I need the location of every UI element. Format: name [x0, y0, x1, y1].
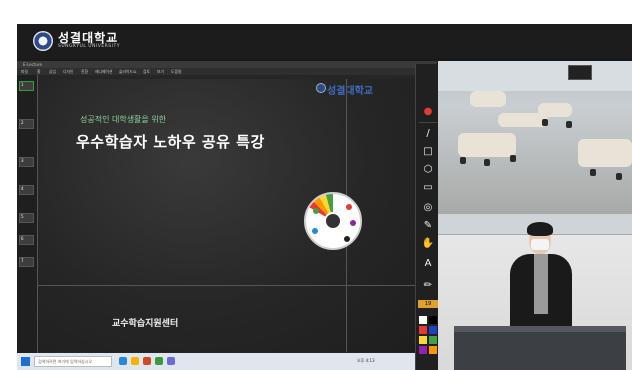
color-swatch[interactable] [419, 326, 427, 334]
university-seal-icon [33, 31, 53, 51]
thickness-select[interactable]: 19 [418, 300, 438, 308]
slide-canvas[interactable]: 성결대학교 성공적인 대학생활을 위한 우수학습자 노하우 공유 특강 교수학습… [38, 79, 421, 352]
color-swatch[interactable] [350, 220, 356, 226]
hexagon-icon[interactable]: ⬡ [416, 164, 440, 176]
university-subtitle: SUNGKYUL UNIVERSITY [58, 44, 120, 49]
color-swatch[interactable] [312, 228, 318, 234]
color-swatch[interactable] [419, 316, 427, 324]
slide-thumbnail[interactable]: 1 [19, 81, 34, 91]
color-swatch[interactable] [419, 346, 427, 354]
podium [454, 332, 626, 370]
eraser-icon[interactable]: ✎ [416, 220, 440, 232]
pen-icon[interactable]: / [416, 128, 440, 140]
app-icon[interactable] [167, 357, 175, 365]
broadcast-frame: 성결대학교 SUNGKYUL UNIVERSITY E-Lecture 파일 홈… [17, 24, 632, 370]
color-swatch[interactable] [429, 316, 437, 324]
slide-thumbnail[interactable]: 2 [19, 119, 34, 129]
classroom-chair [566, 121, 572, 128]
pen-color-wheel[interactable] [304, 192, 362, 250]
slide-divider [38, 285, 421, 286]
edge-icon[interactable] [119, 357, 127, 365]
slide-title: 우수학습자 노하우 공유 특강 [76, 133, 265, 151]
slide-department: 교수학습지원센터 [112, 319, 179, 329]
slide-thumbnail[interactable]: 5 [19, 213, 34, 223]
slide-thumbnail[interactable]: 4 [19, 185, 34, 195]
slide-thumbnail[interactable]: 7 [19, 257, 34, 267]
hand-icon[interactable]: ✋ [416, 238, 440, 250]
classroom-table [470, 91, 506, 107]
lasso-icon[interactable]: ◎ [416, 202, 440, 214]
classroom-camera-feed [438, 61, 632, 214]
app-icon[interactable] [155, 357, 163, 365]
folder-icon[interactable] [131, 357, 139, 365]
pencil-icon[interactable]: ✏ [416, 280, 440, 292]
classroom-chair [510, 155, 516, 162]
slide-logo: 성결대학교 [327, 86, 373, 97]
classroom-chair [542, 119, 548, 126]
classroom-chair [484, 159, 490, 166]
classroom-chair [616, 173, 622, 180]
presenter-shirt [534, 254, 548, 314]
annotation-toolbar: ● / □ ⬡ ▭ ◎ ✎ ✋ A ✏ 19 [415, 64, 439, 370]
app-titlebar: E-Lecture [17, 61, 437, 68]
toolbar-divider [419, 122, 437, 123]
taskbar-search-input[interactable]: 검색하려면 여기에 입력하십시오 [34, 356, 112, 367]
menu-item[interactable]: 보기 [157, 69, 164, 75]
record-icon[interactable]: ● [416, 106, 440, 118]
rectangle-icon[interactable]: □ [416, 146, 440, 158]
color-swatch[interactable] [346, 204, 352, 210]
slide-thumbnail[interactable]: 6 [19, 235, 34, 245]
color-swatch[interactable] [429, 336, 437, 344]
windows-start-icon[interactable] [21, 357, 30, 366]
powerpoint-icon[interactable] [143, 357, 151, 365]
presentation-app: E-Lecture 파일 홈 삽입 디자인 전환 애니메이션 슬라이드쇼 검토 … [17, 61, 437, 370]
classroom-table [458, 133, 516, 157]
menu-item[interactable]: 전환 [81, 69, 88, 75]
wheel-center-button[interactable] [324, 212, 342, 230]
classroom-ceiling [438, 61, 632, 91]
system-tray-clock[interactable]: 오후 4:13 [357, 358, 375, 364]
classroom-table [498, 113, 548, 127]
color-swatch[interactable] [344, 236, 350, 242]
slide-subtitle: 성공적인 대학생활을 위한 [80, 115, 167, 124]
presenter-hair [527, 222, 553, 236]
header-bar: 성결대학교 SUNGKYUL UNIVERSITY [17, 24, 632, 58]
color-swatch[interactable] [429, 346, 437, 354]
classroom-table [578, 139, 632, 167]
text-tool-icon[interactable]: A [416, 258, 440, 270]
wall-monitor [568, 65, 592, 80]
menu-bar: 파일 홈 삽입 디자인 전환 애니메이션 슬라이드쇼 검토 보기 도움말 [17, 68, 437, 75]
menu-item[interactable]: 도움말 [171, 69, 181, 75]
color-swatch[interactable] [429, 326, 437, 334]
menu-item[interactable]: 삽입 [49, 69, 56, 75]
note-icon[interactable]: ▭ [416, 182, 440, 194]
menu-item[interactable]: 디자인 [63, 69, 73, 75]
classroom-chair [590, 169, 596, 176]
slide-thumbnail-panel[interactable]: 1 2 3 4 5 6 7 [17, 75, 37, 353]
slide-logo-seal-icon [316, 83, 326, 93]
menu-item[interactable]: 검토 [143, 69, 150, 75]
menu-item[interactable]: 슬라이드쇼 [119, 69, 136, 75]
menu-item[interactable]: 애니메이션 [95, 69, 112, 75]
presenter-mask [531, 239, 549, 250]
slide-thumbnail[interactable]: 3 [19, 157, 34, 167]
windows-taskbar: 검색하려면 여기에 입력하십시오 오후 4:13 [17, 353, 437, 370]
classroom-chair [460, 157, 466, 164]
presenter-camera-feed [438, 214, 632, 370]
color-swatch[interactable] [313, 208, 319, 214]
color-swatch[interactable] [419, 336, 427, 344]
